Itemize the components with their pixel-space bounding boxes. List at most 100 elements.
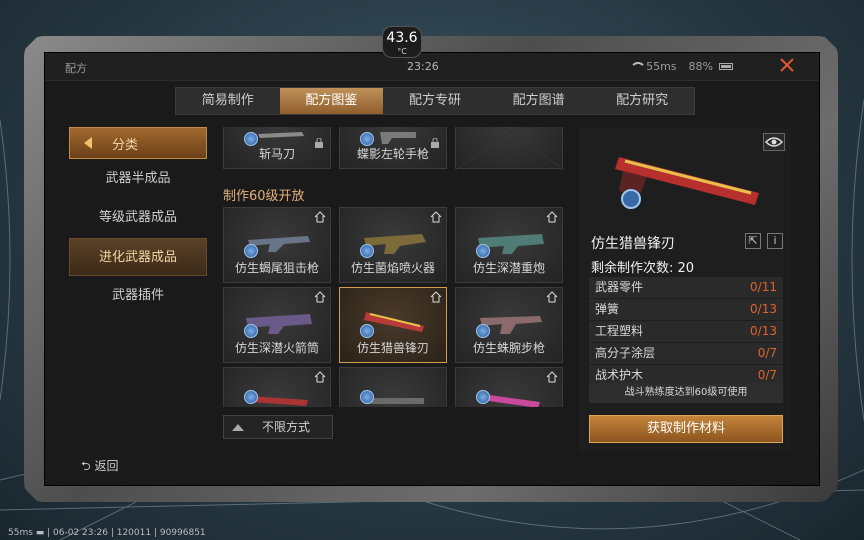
blueprint-badge-icon (244, 390, 258, 404)
temperature-value: 43.6 (386, 30, 418, 46)
category-weapon-parts[interactable]: 武器半成品 (69, 160, 207, 198)
recipe-card-empty (455, 127, 565, 171)
recipe-card-zhanmadao[interactable]: 斩马刀 (223, 127, 331, 169)
weapon-icon (366, 398, 424, 404)
recipe-name: 仿生菌焰喷火器 (350, 261, 435, 275)
material-name: 高分子涂层 (595, 346, 656, 360)
temperature-badge: 43.6 °C (382, 26, 422, 58)
blueprint-badge-icon (360, 324, 374, 338)
blueprint-badge-icon (244, 244, 258, 258)
material-row: 工程塑料 0/13 (589, 321, 783, 342)
recipe-card-rocket-launcher[interactable]: 仿生深潜火箭筒 (223, 287, 331, 363)
recipe-card-partial-3[interactable] (455, 367, 563, 407)
material-row: 武器零件 0/11 (589, 277, 783, 298)
wifi-icon (630, 62, 642, 72)
home-icon (546, 371, 558, 383)
requirement-note: 战斗熟练度达到60级可使用 (589, 383, 783, 403)
recipe-name: 仿生蝎尾狙击枪 (234, 261, 319, 275)
get-materials-button[interactable]: 获取制作材料 (589, 415, 783, 443)
home-icon (546, 211, 558, 223)
tab-recipe-research[interactable]: 配方研究 (590, 88, 694, 114)
tab-simple-craft[interactable]: 简易制作 (176, 88, 280, 114)
recipe-card-partial-1[interactable] (223, 367, 331, 407)
recipe-name: 斩马刀 (258, 147, 295, 161)
filter-dropdown[interactable]: 不限方式 (223, 415, 333, 439)
close-icon (780, 58, 794, 72)
blueprint-badge-icon (360, 132, 374, 146)
category-sidebar: 分类 武器半成品 等级武器成品 进化武器成品 武器插件 (69, 127, 207, 315)
material-name: 武器零件 (595, 280, 644, 294)
material-count: 0/11 (750, 280, 777, 294)
blueprint-badge-icon (360, 244, 374, 258)
home-icon (430, 211, 442, 223)
recipe-name: 仿生深潜重炮 (472, 261, 545, 275)
blueprint-badge-icon (476, 324, 490, 338)
recipe-card-partial-2[interactable] (339, 367, 447, 407)
category-header[interactable]: 分类 (69, 127, 207, 159)
recipe-name: 蝶影左轮手枪 (356, 147, 429, 161)
tab-recipe-atlas[interactable]: 配方图谱 (487, 88, 591, 114)
ping-value: 55ms (646, 60, 677, 73)
weapon-name: 仿生猎兽锋刃 (591, 236, 675, 252)
tab-recipe-catalog[interactable]: 配方图鉴 (279, 88, 384, 114)
material-row: 高分子涂层 0/7 (589, 343, 783, 364)
material-row: 弹簧 0/13 (589, 299, 783, 320)
home-icon (430, 291, 442, 303)
info-button[interactable]: i (767, 233, 783, 249)
status-bar: 配方 23:26 55ms 88% (45, 53, 819, 81)
caret-up-icon (232, 424, 244, 431)
blueprint-badge-icon (360, 390, 374, 404)
share-icon: ⇱ (748, 234, 758, 247)
back-label: 返回 (94, 459, 119, 473)
material-count: 0/13 (750, 324, 777, 338)
recipe-name: 仿生蛛腕步枪 (472, 341, 545, 355)
recipe-card-flamethrower[interactable]: 仿生菌焰喷火器 (339, 207, 447, 283)
battery-value: 88% (688, 60, 713, 73)
network-status: 55ms 88% (630, 60, 733, 73)
weapon-preview-image (615, 157, 759, 209)
back-icon: ⮌ (81, 459, 91, 473)
material-name: 弹簧 (595, 302, 620, 316)
battery-icon (719, 63, 733, 70)
tab-recipe-study[interactable]: 配方专研 (383, 88, 487, 114)
recipe-card-spider-rifle[interactable]: 仿生蛛腕步枪 (455, 287, 563, 363)
recipe-grid: 斩马刀 蝶影左轮手枪 制作60级开放 仿生蝎尾狙击枪 仿生菌焰喷火器 仿生深潜重… (215, 127, 571, 407)
share-button[interactable]: ⇱ (745, 233, 761, 249)
blueprint-badge-icon (244, 132, 258, 146)
back-button[interactable]: ⮌ 返回 (81, 457, 118, 478)
recipe-name: 仿生深潜火箭筒 (234, 341, 319, 355)
recipe-card-dieying[interactable]: 蝶影左轮手枪 (339, 127, 447, 169)
category-level-weapons[interactable]: 等级武器成品 (69, 199, 207, 237)
material-name: 工程塑料 (595, 324, 644, 338)
section-title: 制作60级开放 (223, 189, 305, 204)
category-weapon-plugins[interactable]: 武器插件 (69, 277, 207, 315)
window-title: 配方 (65, 62, 87, 75)
detail-panel: 仿生猎兽锋刃 ⇱ i 剩余制作次数: 20 武器零件 0/11 弹簧 0/13 工程… (579, 127, 791, 451)
collapse-arrow-icon (84, 137, 92, 149)
home-icon (314, 291, 326, 303)
blueprint-badge-icon (476, 390, 490, 404)
tab-bar: 简易制作 配方图鉴 配方专研 配方图谱 配方研究 (175, 87, 695, 115)
recipe-card-scorpion-sniper[interactable]: 仿生蝎尾狙击枪 (223, 207, 331, 283)
recipe-window: 配方 23:26 55ms 88% 简易制作 配方图鉴 配方专研 配方图谱 配方… (44, 52, 820, 486)
temperature-unit: °C (397, 47, 407, 56)
material-count: 0/7 (757, 346, 777, 360)
footer-info: 55ms ▬ | 06-02 23:26 | 120011 | 90996851 (8, 528, 206, 538)
remaining-crafts: 剩余制作次数: 20 (591, 261, 695, 276)
blueprint-badge-icon (244, 324, 258, 338)
recipe-card-beast-blade[interactable]: 仿生猎兽锋刃 (339, 287, 447, 363)
materials-list: 武器零件 0/11 弹簧 0/13 工程塑料 0/13 高分子涂层 0/7 战术护木 0/… (589, 277, 783, 387)
category-evolved-weapons[interactable]: 进化武器成品 (69, 238, 207, 276)
empty-slot-icon (455, 127, 565, 171)
eye-icon (764, 137, 784, 147)
material-count: 0/13 (750, 302, 777, 316)
filter-label: 不限方式 (262, 420, 311, 434)
home-icon (314, 371, 326, 383)
blueprint-badge-icon (476, 244, 490, 258)
category-header-label: 分类 (112, 137, 139, 153)
view-toggle-button[interactable] (763, 133, 785, 151)
info-icon: i (773, 234, 777, 247)
recipe-card-heavy-cannon[interactable]: 仿生深潜重炮 (455, 207, 563, 283)
close-button[interactable] (775, 55, 799, 79)
home-icon (314, 211, 326, 223)
